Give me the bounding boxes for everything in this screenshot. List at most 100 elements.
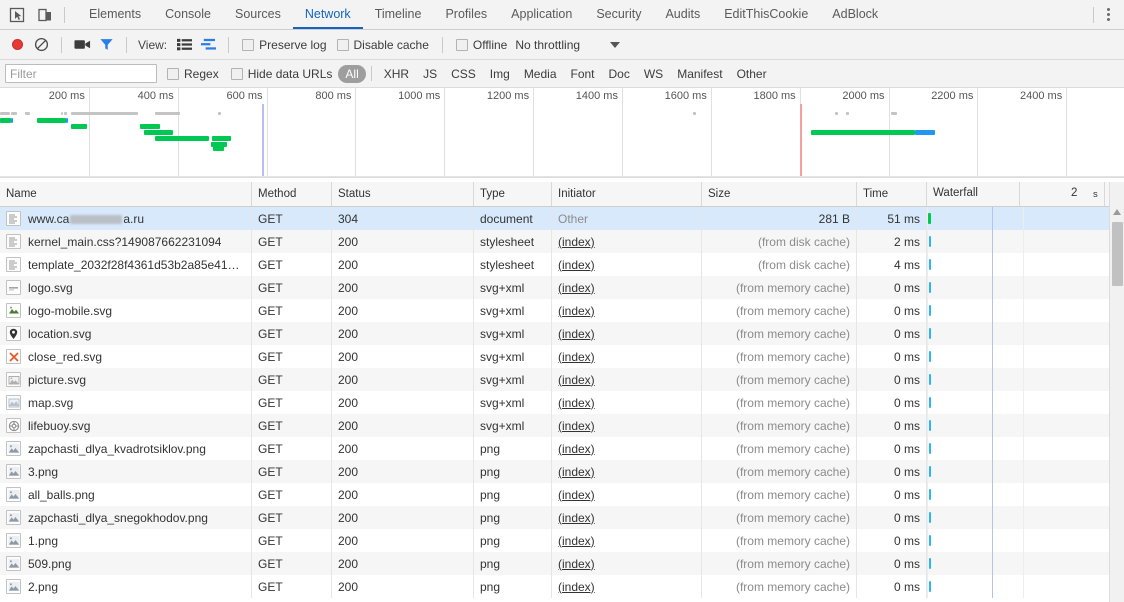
tab-console[interactable]: Console [153,0,223,29]
more-options-icon[interactable] [1100,6,1116,24]
type-filter-js[interactable]: JS [416,65,444,83]
table-row[interactable]: kernel_main.css?149087662231094 GET 200 sty… [0,230,1124,253]
tab-audits[interactable]: Audits [653,0,712,29]
type-filter-font[interactable]: Font [564,65,602,83]
cell-initiator[interactable]: (index) [552,575,702,598]
vertical-scrollbar[interactable] [1109,182,1124,602]
cell-initiator[interactable]: (index) [552,483,702,506]
cell-initiator[interactable]: (index) [552,506,702,529]
network-overview-timeline[interactable]: 200 ms 400 ms 600 ms 800 ms 1000 ms 1200 ms 14… [0,88,1124,178]
scrollbar-thumb[interactable] [1112,222,1123,286]
cell-name[interactable]: 509.png [0,552,252,575]
cell-name[interactable]: lifebuoy.svg [0,414,252,437]
table-row[interactable]: location.svg GET 200 svg+xml (index) (from me… [0,322,1124,345]
tab-adblock[interactable]: AdBlock [820,0,890,29]
column-header-waterfall[interactable]: Waterfall 2 s [927,182,1124,206]
initiator-link[interactable]: (index) [558,419,595,433]
cell-initiator[interactable]: (index) [552,276,702,299]
initiator-link[interactable]: (index) [558,580,595,594]
initiator-link[interactable]: (index) [558,557,595,571]
cell-initiator[interactable]: (index) [552,414,702,437]
tab-editthiscookie[interactable]: EditThisCookie [712,0,820,29]
type-filter-ws[interactable]: WS [637,65,670,83]
initiator-link[interactable]: (index) [558,442,595,456]
initiator-link[interactable]: (index) [558,396,595,410]
cell-name[interactable]: kernel_main.css?149087662231094 [0,230,252,253]
type-filter-img[interactable]: Img [483,65,517,83]
table-row[interactable]: lifebuoy.svg GET 200 svg+xml (index) (from me… [0,414,1124,437]
cell-name[interactable]: 2.png [0,575,252,598]
cell-name[interactable]: zapchasti_dlya_snegokhodov.png [0,506,252,529]
scroll-up-arrow-icon[interactable] [1113,209,1121,215]
list-view-button[interactable] [173,34,195,56]
table-row[interactable]: zapchasti_dlya_snegokhodov.png GET 200 png (… [0,506,1124,529]
device-toolbar-icon[interactable] [36,6,54,24]
regex-checkbox[interactable]: Regex [167,67,219,81]
initiator-link[interactable]: (index) [558,465,595,479]
table-row[interactable]: picture.svg GET 200 svg+xml (index) (from mem… [0,368,1124,391]
table-row[interactable]: 1.png GET 200 png (index) (from memory cache)… [0,529,1124,552]
preserve-log-checkbox[interactable]: Preserve log [242,38,327,52]
cell-initiator[interactable]: (index) [552,391,702,414]
type-filter-all[interactable]: All [338,64,366,83]
table-row[interactable]: template_2032f28f4361d53b2a85e41d33… GET 2… [0,253,1124,276]
initiator-link[interactable]: (index) [558,235,595,249]
table-row[interactable]: all_balls.png GET 200 png (index) (from memor… [0,483,1124,506]
table-row[interactable]: close_red.svg GET 200 svg+xml (index) (from m… [0,345,1124,368]
initiator-link[interactable]: (index) [558,534,595,548]
initiator-link[interactable]: (index) [558,511,595,525]
table-row[interactable]: www.ca a.ru GET 304 document Other 281 B 51 ms [0,207,1124,230]
clear-button[interactable] [30,34,52,56]
cell-name[interactable]: 1.png [0,529,252,552]
cell-initiator[interactable]: (index) [552,345,702,368]
type-filter-manifest[interactable]: Manifest [670,65,729,83]
type-filter-media[interactable]: Media [517,65,564,83]
cell-name[interactable]: template_2032f28f4361d53b2a85e41d33… [0,253,252,276]
cell-name[interactable]: close_red.svg [0,345,252,368]
throttling-select[interactable]: No throttling [515,38,621,52]
cell-name[interactable]: logo-mobile.svg [0,299,252,322]
table-row[interactable]: 3.png GET 200 png (index) (from memory cache)… [0,460,1124,483]
table-row[interactable]: logo-mobile.svg GET 200 svg+xml (index) (from… [0,299,1124,322]
cell-initiator[interactable]: (index) [552,552,702,575]
column-header-method[interactable]: Method [252,182,332,206]
cell-initiator[interactable]: (index) [552,529,702,552]
capture-screenshots-button[interactable] [71,34,93,56]
type-filter-doc[interactable]: Doc [602,65,637,83]
cell-name[interactable]: location.svg [0,322,252,345]
tab-elements[interactable]: Elements [77,0,153,29]
cell-initiator[interactable]: (index) [552,437,702,460]
cell-name[interactable]: logo.svg [0,276,252,299]
filter-input[interactable] [5,64,157,83]
filter-button[interactable] [95,34,117,56]
initiator-link[interactable]: (index) [558,350,595,364]
column-header-type[interactable]: Type [474,182,552,206]
type-filter-css[interactable]: CSS [444,65,483,83]
initiator-link[interactable]: (index) [558,281,595,295]
table-row[interactable]: logo.svg GET 200 svg+xml (index) (from memory… [0,276,1124,299]
column-header-size[interactable]: Size [702,182,857,206]
record-button[interactable] [6,34,28,56]
cell-name[interactable]: zapchasti_dlya_kvadrotsiklov.png [0,437,252,460]
cell-initiator[interactable]: (index) [552,253,702,276]
inspect-element-icon[interactable] [8,6,26,24]
cell-initiator[interactable]: (index) [552,299,702,322]
waterfall-view-button[interactable] [197,34,219,56]
hide-data-urls-checkbox[interactable]: Hide data URLs [230,67,332,81]
cell-initiator[interactable]: (index) [552,322,702,345]
tab-profiles[interactable]: Profiles [433,0,499,29]
cell-name[interactable]: all_balls.png [0,483,252,506]
cell-initiator[interactable]: (index) [552,368,702,391]
table-row[interactable]: map.svg GET 200 svg+xml (index) (from memory … [0,391,1124,414]
cell-initiator[interactable]: (index) [552,460,702,483]
column-header-time[interactable]: Time [857,182,927,206]
initiator-link[interactable]: (index) [558,327,595,341]
type-filter-other[interactable]: Other [730,65,774,83]
table-row[interactable]: 509.png GET 200 png (index) (from memory cach… [0,552,1124,575]
initiator-link[interactable]: (index) [558,488,595,502]
disable-cache-checkbox[interactable]: Disable cache [336,38,429,52]
column-header-initiator[interactable]: Initiator [552,182,702,206]
tab-application[interactable]: Application [499,0,584,29]
cell-name[interactable]: 3.png [0,460,252,483]
tab-security[interactable]: Security [584,0,653,29]
